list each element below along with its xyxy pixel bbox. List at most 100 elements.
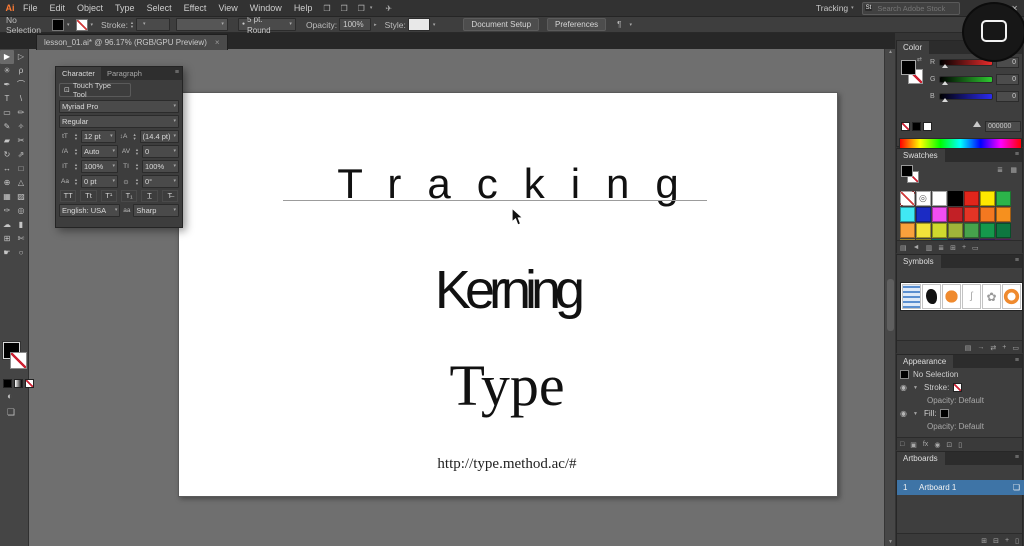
brush-definition-select[interactable]: ● 5 pt. Round▾ — [238, 18, 296, 31]
tab-close-icon[interactable]: × — [215, 38, 220, 47]
swatch[interactable] — [996, 191, 1011, 206]
channel-value[interactable]: 0 — [996, 74, 1019, 85]
horizontal-scale-stepper[interactable]: ▲▼ — [135, 163, 139, 171]
new-stroke-icon[interactable]: □ — [897, 441, 907, 448]
scissors-tool[interactable]: ✂ — [14, 134, 28, 148]
stock-search-box[interactable]: St — [862, 2, 960, 15]
none-mode-button[interactable] — [25, 379, 34, 388]
swap-fill-stroke-icon[interactable]: ⇄ — [917, 56, 922, 63]
eraser-tool[interactable]: ▰ — [0, 134, 14, 148]
symbol-sprayer-tool[interactable]: ☁ — [0, 218, 14, 232]
stroke-row-label[interactable]: Stroke: — [924, 383, 949, 392]
lasso-tool[interactable]: ρ — [14, 64, 28, 78]
swatch-registration[interactable] — [916, 191, 931, 206]
zoom-tool[interactable]: ○ — [14, 246, 28, 260]
fill-caret-icon[interactable]: ▾ — [67, 22, 70, 28]
panel-menu-icon[interactable]: ≡ — [1015, 357, 1019, 364]
url-text[interactable]: http://type.method.ac/# — [178, 457, 836, 472]
swatch[interactable] — [948, 191, 963, 206]
align-caret-icon[interactable]: ▾ — [629, 22, 632, 28]
scale-tool[interactable]: ⇗ — [14, 148, 28, 162]
swatch[interactable] — [932, 207, 947, 222]
menu-item[interactable]: File — [17, 3, 44, 13]
horizontal-scale-input[interactable]: 100%▾ — [142, 160, 179, 173]
shape-builder-tool[interactable]: ⊕ — [0, 176, 14, 190]
tab-appearance[interactable]: Appearance — [897, 355, 953, 368]
font-size-stepper[interactable]: ▲▼ — [74, 133, 78, 141]
swatch[interactable] — [932, 223, 947, 238]
chevron-down-icon[interactable]: ▼ — [913, 385, 920, 391]
color-mode-button[interactable] — [3, 379, 12, 388]
screen-mode-icon[interactable]: ❏ — [7, 407, 15, 418]
tab-color[interactable]: Color — [897, 41, 929, 54]
artboard-page-icon[interactable]: ❏ — [1013, 483, 1020, 492]
slider-thumb-icon[interactable] — [942, 81, 948, 85]
place-symbol-icon[interactable]: → — [974, 344, 987, 351]
panel-menu-icon[interactable]: ≡ — [1015, 454, 1019, 461]
swatch[interactable] — [996, 207, 1011, 222]
case-style-button[interactable]: TT — [60, 190, 76, 202]
curvature-tool[interactable]: ⌒ — [14, 78, 28, 92]
drawing-mode-icon[interactable]: ◐ — [7, 391, 12, 401]
line-segment-tool[interactable]: \ — [14, 92, 28, 106]
color-fill-swatch[interactable] — [901, 60, 916, 75]
document-tab[interactable]: lesson_01.ai* @ 96.17% (RGB/GPU Preview)… — [36, 34, 228, 50]
tab-swatches[interactable]: Swatches — [897, 149, 945, 162]
perspective-grid-tool[interactable]: △ — [14, 176, 28, 190]
font-style-select[interactable]: Regular▾ — [59, 115, 179, 128]
menu-item[interactable]: Type — [109, 3, 141, 13]
chevron-down-icon[interactable]: ▼ — [913, 411, 920, 417]
anti-aliasing-select[interactable]: Sharp▾ — [133, 204, 179, 217]
arrange-documents-caret-icon[interactable]: ▾ — [370, 5, 373, 11]
menu-item[interactable]: Object — [71, 3, 109, 13]
swatch-libraries-icon[interactable]: ▤ — [897, 244, 910, 252]
tab-paragraph[interactable]: Paragraph — [101, 67, 148, 80]
tab-character[interactable]: Character — [56, 67, 101, 80]
kerning-text[interactable]: Kerning — [178, 263, 836, 317]
artboard-name[interactable]: Artboard 1 — [919, 483, 1013, 492]
new-fill-icon[interactable]: ▣ — [907, 441, 920, 449]
leading-stepper[interactable]: ▲▼ — [133, 133, 137, 141]
stroke-weight-stepper[interactable]: ▲▼ — [130, 21, 134, 29]
align-glyphs-icon[interactable]: ¶ — [612, 20, 626, 29]
case-style-button[interactable]: T¹ — [101, 190, 117, 202]
menu-item[interactable]: Select — [141, 3, 178, 13]
paintbrush-tool[interactable]: ✏ — [14, 106, 28, 120]
fill-opacity[interactable]: Opacity: Default — [927, 422, 984, 431]
character-rotation-input[interactable]: 0°▾ — [142, 175, 179, 188]
menu-item[interactable]: Window — [244, 3, 288, 13]
font-size-input[interactable]: 12 pt▾ — [81, 130, 116, 143]
touch-type-tool-button[interactable]: ⊡ Touch Type Tool — [59, 83, 131, 97]
tab-symbols[interactable]: Symbols — [897, 255, 941, 268]
swatch[interactable] — [948, 223, 963, 238]
baseline-shift-input[interactable]: 0 pt▾ — [81, 175, 118, 188]
blend-tool[interactable]: ◎ — [14, 204, 28, 218]
column-graph-tool[interactable]: ▮ — [14, 218, 28, 232]
case-style-button[interactable]: T₁ — [121, 190, 137, 202]
swatch[interactable] — [932, 191, 947, 206]
rotate-tool[interactable]: ↻ — [0, 148, 14, 162]
mini-fill-swatch[interactable] — [901, 165, 913, 177]
artboard-row[interactable]: 1 Artboard 1 ❏ — [897, 480, 1024, 495]
vertical-scale-input[interactable]: 100%▾ — [81, 160, 118, 173]
swatch[interactable] — [916, 207, 931, 222]
document-setup-button[interactable]: Document Setup — [463, 18, 539, 31]
workspace-caret-icon[interactable]: ▾ — [851, 5, 854, 11]
hex-value[interactable]: 000000 — [985, 121, 1021, 132]
fill-black-swatch[interactable] — [940, 409, 949, 418]
channel-slider[interactable] — [939, 93, 993, 100]
style-swatch[interactable] — [408, 18, 430, 31]
hand-tool[interactable]: ☛ — [0, 246, 14, 260]
fill-color-swatch[interactable] — [52, 19, 64, 31]
menu-item[interactable]: View — [212, 3, 243, 13]
break-link-icon[interactable]: ⇄ — [987, 344, 999, 352]
white-button[interactable] — [923, 122, 932, 131]
rearrange-artboards-icon[interactable]: ⊞ — [978, 537, 990, 545]
font-family-select[interactable]: Myriad Pro▾ — [59, 100, 179, 113]
swatch[interactable] — [900, 207, 915, 222]
slice-tool[interactable]: ✄ — [14, 232, 28, 246]
swatch-options-icon[interactable]: ≣ — [935, 244, 947, 252]
panel-menu-icon[interactable]: ≡ — [1015, 151, 1019, 158]
symbol-sun[interactable] — [1002, 284, 1021, 309]
channel-slider[interactable] — [939, 76, 993, 83]
